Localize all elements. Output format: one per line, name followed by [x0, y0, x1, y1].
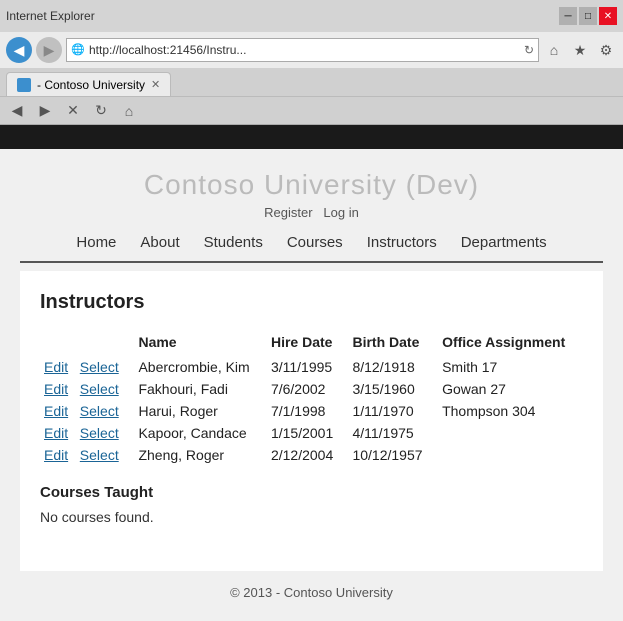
edit-link-3[interactable]: Edit: [44, 425, 68, 441]
refresh-icon[interactable]: ↻: [524, 43, 534, 57]
instructor-name-0: Abercrombie, Kim: [134, 356, 267, 378]
col-birth-date: Birth Date: [348, 330, 438, 356]
hire-date-4: 2/12/2004: [267, 444, 349, 466]
select-link-3[interactable]: Select: [80, 425, 119, 441]
page-icon: 🌐: [71, 43, 85, 57]
site-nav: Home About Students Courses Instructors …: [0, 224, 623, 261]
title-bar: Internet Explorer ─ □ ✕: [0, 0, 623, 32]
forward-button[interactable]: ▶: [36, 37, 62, 63]
table-row: Edit Select Fakhouri, Fadi 7/6/2002 3/15…: [40, 378, 583, 400]
edit-link-1[interactable]: Edit: [44, 381, 68, 397]
register-link[interactable]: Register: [264, 205, 312, 220]
birth-date-2: 1/11/1970: [348, 400, 438, 422]
title-bar-buttons: ─ □ ✕: [559, 7, 617, 25]
col-office: Office Assignment: [438, 330, 583, 356]
hire-date-0: 3/11/1995: [267, 356, 349, 378]
footer-text: © 2013 - Contoso University: [230, 585, 393, 600]
instructor-name-1: Fakhouri, Fadi: [134, 378, 267, 400]
browser-tab[interactable]: - Contoso University ✕: [6, 72, 171, 96]
select-link-1[interactable]: Select: [80, 381, 119, 397]
office-4: [438, 444, 583, 466]
table-row: Edit Select Abercrombie, Kim 3/11/1995 8…: [40, 356, 583, 378]
instructor-name-4: Zheng, Roger: [134, 444, 267, 466]
select-link-2[interactable]: Select: [80, 403, 119, 419]
home-icon[interactable]: ⌂: [543, 39, 565, 61]
page-content: Contoso University (Dev) Register Log in…: [0, 149, 623, 621]
toolbar-stop-icon[interactable]: ✕: [62, 100, 84, 122]
favorites-icon[interactable]: ★: [569, 39, 591, 61]
edit-link-2[interactable]: Edit: [44, 403, 68, 419]
address-input[interactable]: [89, 43, 520, 57]
site-title: Contoso University (Dev): [0, 169, 623, 201]
toolbar-refresh-icon[interactable]: ↻: [90, 100, 112, 122]
nav-bar: ◀ ▶ 🌐 ↻ ⌂ ★ ⚙: [0, 32, 623, 68]
select-link-0[interactable]: Select: [80, 359, 119, 375]
office-1: Gowan 27: [438, 378, 583, 400]
nav-courses[interactable]: Courses: [287, 234, 343, 251]
birth-date-4: 10/12/1957: [348, 444, 438, 466]
tab-title: - Contoso University: [37, 78, 145, 92]
instructor-name-2: Harui, Roger: [134, 400, 267, 422]
table-row: Edit Select Zheng, Roger 2/12/2004 10/12…: [40, 444, 583, 466]
toolbar-forward-icon[interactable]: ▶: [34, 100, 56, 122]
table-row: Edit Select Harui, Roger 7/1/1998 1/11/1…: [40, 400, 583, 422]
hire-date-1: 7/6/2002: [267, 378, 349, 400]
hire-date-3: 1/15/2001: [267, 422, 349, 444]
settings-icon[interactable]: ⚙: [595, 39, 617, 61]
select-link-4[interactable]: Select: [80, 447, 119, 463]
dark-bar: [0, 125, 623, 149]
courses-taught-heading: Courses Taught: [40, 484, 583, 501]
toolbar-back-icon[interactable]: ◀: [6, 100, 28, 122]
site-header: Contoso University (Dev) Register Log in…: [0, 149, 623, 271]
birth-date-3: 4/11/1975: [348, 422, 438, 444]
office-3: [438, 422, 583, 444]
toolbar-home-icon[interactable]: ⌂: [118, 100, 140, 122]
back-button[interactable]: ◀: [6, 37, 32, 63]
office-0: Smith 17: [438, 356, 583, 378]
minimize-button[interactable]: ─: [559, 7, 577, 25]
login-link[interactable]: Log in: [323, 205, 358, 220]
tab-favicon: [17, 78, 31, 92]
table-row: Edit Select Kapoor, Candace 1/15/2001 4/…: [40, 422, 583, 444]
title-bar-text: Internet Explorer: [6, 9, 95, 23]
col-hire-date: Hire Date: [267, 330, 349, 356]
col-actions: [40, 330, 134, 356]
col-name: Name: [134, 330, 267, 356]
nav-home[interactable]: Home: [76, 234, 116, 251]
edit-link-4[interactable]: Edit: [44, 447, 68, 463]
browser-toolbar: ◀ ▶ ✕ ↻ ⌂: [0, 96, 623, 124]
close-button[interactable]: ✕: [599, 7, 617, 25]
back-icon: ◀: [14, 42, 25, 59]
tab-bar: - Contoso University ✕: [0, 68, 623, 96]
instructors-table: Name Hire Date Birth Date Office Assignm…: [40, 330, 583, 466]
hire-date-2: 7/1/1998: [267, 400, 349, 422]
forward-icon: ▶: [44, 42, 55, 59]
nav-divider: [20, 261, 603, 263]
birth-date-1: 3/15/1960: [348, 378, 438, 400]
nav-students[interactable]: Students: [204, 234, 263, 251]
address-bar[interactable]: 🌐 ↻: [66, 38, 539, 62]
nav-about[interactable]: About: [140, 234, 179, 251]
no-courses-message: No courses found.: [40, 509, 583, 525]
site-footer: © 2013 - Contoso University: [20, 571, 603, 614]
nav-instructors[interactable]: Instructors: [367, 234, 437, 251]
site-links: Register Log in: [0, 205, 623, 220]
main-content: Instructors Name Hire Date Birth Date Of…: [20, 271, 603, 571]
page-heading: Instructors: [40, 291, 583, 314]
birth-date-0: 8/12/1918: [348, 356, 438, 378]
instructor-name-3: Kapoor, Candace: [134, 422, 267, 444]
nav-departments[interactable]: Departments: [461, 234, 547, 251]
office-2: Thompson 304: [438, 400, 583, 422]
edit-link-0[interactable]: Edit: [44, 359, 68, 375]
maximize-button[interactable]: □: [579, 7, 597, 25]
tab-close-icon[interactable]: ✕: [151, 78, 160, 91]
